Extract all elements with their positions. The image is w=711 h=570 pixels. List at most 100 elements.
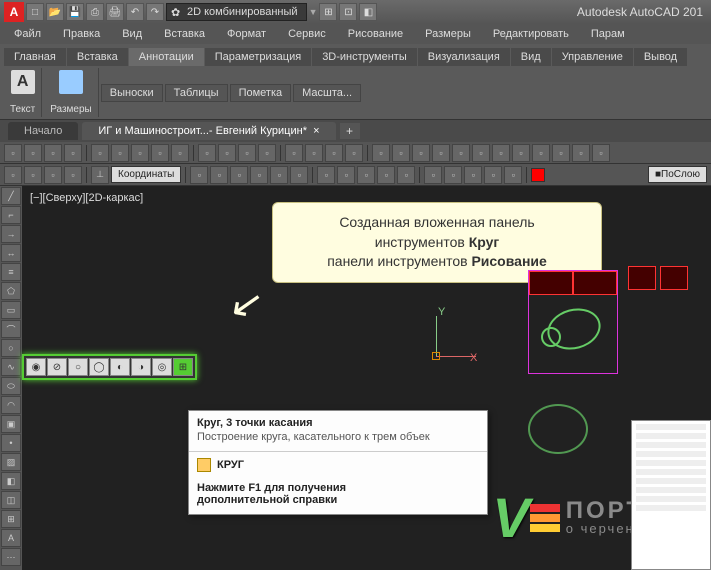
tb2-btn[interactable]: ▫ — [190, 166, 208, 184]
tb1-btn[interactable]: ▫ — [151, 144, 169, 162]
tb1-btn[interactable]: ▫ — [24, 144, 42, 162]
region-icon[interactable]: ◫ — [1, 491, 21, 509]
drawing-canvas[interactable]: [−][Сверху][2D-каркас] Созданная вложенн… — [22, 186, 711, 570]
menu-draw[interactable]: Рисование — [338, 26, 413, 42]
workspace-selector[interactable]: 2D комбинированный — [166, 3, 307, 21]
doctab-add[interactable]: + — [340, 123, 360, 139]
tb1-btn[interactable]: ▫ — [345, 144, 363, 162]
qat-ext3-icon[interactable]: ◧ — [359, 3, 377, 21]
spline-icon[interactable]: ∿ — [1, 358, 21, 376]
gradient-icon[interactable]: ◧ — [1, 472, 21, 490]
tb2-btn[interactable]: ▫ — [270, 166, 288, 184]
tb1-btn[interactable]: ▫ — [572, 144, 590, 162]
tb2-btn[interactable]: ▫ — [337, 166, 355, 184]
tb1-btn[interactable]: ▫ — [218, 144, 236, 162]
viewport-label[interactable]: [−][Сверху][2D-каркас] — [30, 192, 143, 204]
block-icon[interactable]: ▣ — [1, 415, 21, 433]
qat-plot-icon[interactable]: 🖨 — [106, 3, 124, 21]
tb2-btn[interactable]: ▫ — [64, 166, 82, 184]
tb2-btn[interactable]: ▫ — [24, 166, 42, 184]
menu-view[interactable]: Вид — [112, 26, 152, 42]
tab-parametric[interactable]: Параметризация — [205, 48, 311, 66]
rectangle-icon[interactable]: ▭ — [1, 301, 21, 319]
tb1-btn[interactable]: ▫ — [492, 144, 510, 162]
polygon-icon[interactable]: ⬠ — [1, 282, 21, 300]
tb1-btn[interactable]: ▫ — [4, 144, 22, 162]
tb2-btn[interactable]: ▫ — [424, 166, 442, 184]
circle-3point-icon[interactable]: ◯ — [89, 358, 109, 376]
qat-saveas-icon[interactable]: ⎙ — [86, 3, 104, 21]
menu-file[interactable]: Файл — [4, 26, 51, 42]
tb1-btn[interactable]: ▫ — [91, 144, 109, 162]
qat-redo-icon[interactable]: ↷ — [146, 3, 164, 21]
table-icon[interactable]: ⊞ — [1, 510, 21, 528]
tb1-btn[interactable]: ▫ — [44, 144, 62, 162]
panel-scale[interactable]: Масшта... — [293, 84, 361, 102]
tb2-btn[interactable]: ▫ — [464, 166, 482, 184]
tab-3d[interactable]: 3D-инструменты — [312, 48, 417, 66]
tb2-btn[interactable]: ⊥ — [91, 166, 109, 184]
tb1-btn[interactable]: ▫ — [432, 144, 450, 162]
menu-insert[interactable]: Вставка — [154, 26, 215, 42]
menu-params[interactable]: Парам — [581, 26, 635, 42]
hatch-icon[interactable]: ▨ — [1, 453, 21, 471]
more-icon[interactable]: ⋯ — [1, 548, 21, 566]
coords-combo[interactable]: Координаты — [111, 166, 181, 183]
tb1-btn[interactable]: ▫ — [131, 144, 149, 162]
menu-tools[interactable]: Сервис — [278, 26, 336, 42]
circle-donut-icon[interactable]: ◎ — [152, 358, 172, 376]
panel-text[interactable]: A Текст — [4, 68, 42, 117]
tb1-btn[interactable]: ▫ — [392, 144, 410, 162]
tb1-btn[interactable]: ▫ — [412, 144, 430, 162]
tb1-btn[interactable]: ▫ — [238, 144, 256, 162]
tab-output[interactable]: Вывод — [634, 48, 687, 66]
tab-insert[interactable]: Вставка — [67, 48, 128, 66]
menu-format[interactable]: Формат — [217, 26, 276, 42]
ray-icon[interactable]: → — [1, 225, 21, 243]
tb1-btn[interactable]: ▫ — [285, 144, 303, 162]
qat-ext1-icon[interactable]: ⊞ — [319, 3, 337, 21]
tab-home[interactable]: Главная — [4, 48, 66, 66]
line-icon[interactable]: ╱ — [1, 187, 21, 205]
circle-ttr-icon[interactable]: ◐ — [110, 358, 130, 376]
ellipse-icon[interactable]: ⬭ — [1, 377, 21, 395]
arc-icon[interactable]: ⌒ — [1, 320, 21, 338]
circle-center-radius-icon[interactable]: ◉ — [26, 358, 46, 376]
multiline-icon[interactable]: ≡ — [1, 263, 21, 281]
text-icon[interactable]: A — [1, 529, 21, 547]
doctab-start[interactable]: Начало — [8, 122, 78, 140]
tb1-btn[interactable]: ▫ — [452, 144, 470, 162]
circle-center-diameter-icon[interactable]: ⊘ — [47, 358, 67, 376]
tab-annotate[interactable]: Аннотации — [129, 48, 204, 66]
tb1-btn[interactable]: ▫ — [198, 144, 216, 162]
tb2-btn[interactable]: ▫ — [484, 166, 502, 184]
point-icon[interactable]: • — [1, 434, 21, 452]
panel-dims[interactable]: Размеры — [44, 68, 99, 117]
flyout-grip-icon[interactable]: ⊞ — [173, 358, 193, 376]
qat-ext2-icon[interactable]: ⊡ — [339, 3, 357, 21]
tb1-btn[interactable]: ▫ — [552, 144, 570, 162]
tb2-btn[interactable]: ▫ — [44, 166, 62, 184]
tb1-btn[interactable]: ▫ — [305, 144, 323, 162]
menu-modify[interactable]: Редактировать — [483, 26, 579, 42]
tb1-btn[interactable]: ▫ — [325, 144, 343, 162]
tb1-btn[interactable]: ▫ — [472, 144, 490, 162]
tab-visualize[interactable]: Визуализация — [418, 48, 510, 66]
tb2-btn[interactable]: ▫ — [317, 166, 335, 184]
tb2-btn[interactable]: ▫ — [290, 166, 308, 184]
xline-icon[interactable]: ↔ — [1, 244, 21, 262]
menu-dimension[interactable]: Размеры — [415, 26, 481, 42]
qat-undo-icon[interactable]: ↶ — [126, 3, 144, 21]
panel-leaders[interactable]: Выноски — [101, 84, 163, 102]
qat-open-icon[interactable]: 📂 — [46, 3, 64, 21]
circle-icon[interactable]: ○ — [1, 339, 21, 357]
panel-markup[interactable]: Пометка — [230, 84, 292, 102]
tb2-btn[interactable]: ▫ — [230, 166, 248, 184]
color-swatch[interactable] — [531, 168, 545, 182]
tb1-btn[interactable]: ▫ — [64, 144, 82, 162]
panel-tables[interactable]: Таблицы — [165, 84, 228, 102]
tb1-btn[interactable]: ▫ — [372, 144, 390, 162]
circle-2point-icon[interactable]: ○ — [68, 358, 88, 376]
tb2-btn[interactable]: ▫ — [210, 166, 228, 184]
tab-manage[interactable]: Управление — [552, 48, 633, 66]
